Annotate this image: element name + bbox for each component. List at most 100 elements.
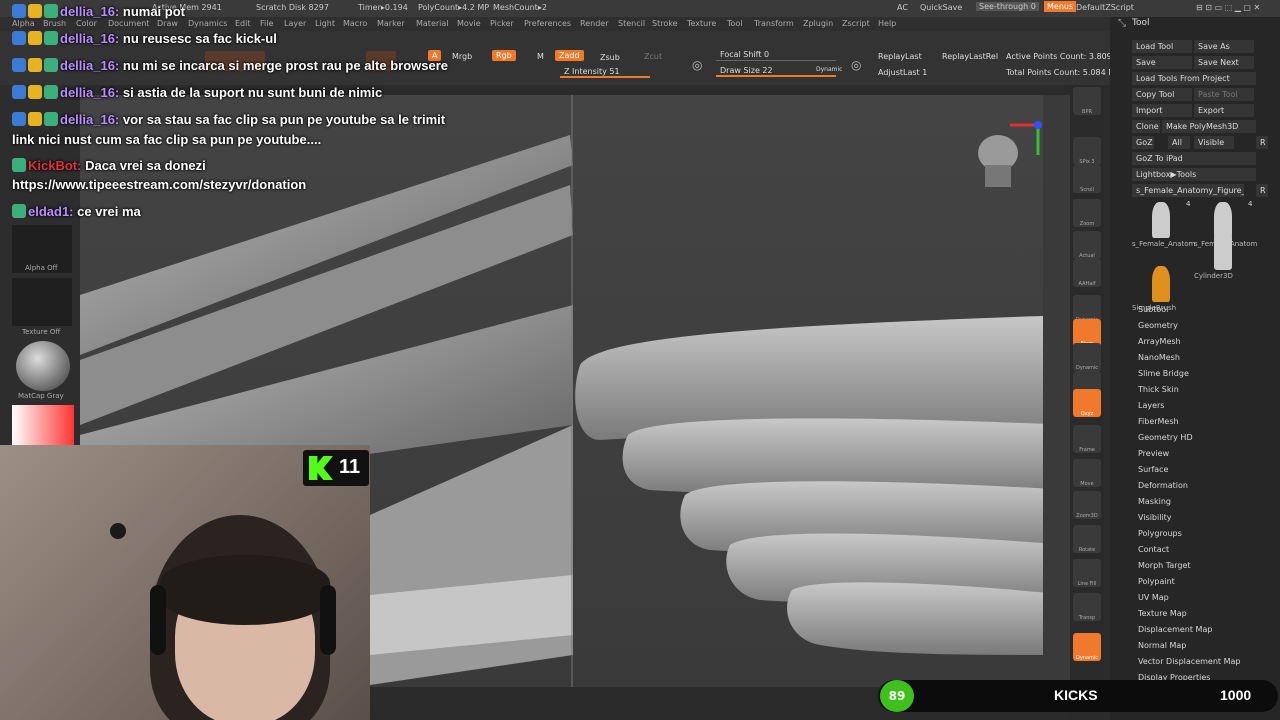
tool-subpalette-visibility[interactable]: Visibility	[1138, 513, 1172, 522]
texture-slot[interactable]	[12, 278, 72, 326]
total-points-count: Total Points Count: 5.084 M	[1006, 68, 1116, 77]
z-intensity-slider[interactable]: Z Intensity 51	[560, 66, 650, 78]
tool-thumb-label: Cylinder3D	[1194, 272, 1233, 280]
tool-btn-save-as[interactable]: Save As	[1194, 40, 1254, 53]
zcut-button[interactable]: Zcut	[640, 51, 666, 62]
tool-subpalette-normal-map[interactable]: Normal Map	[1138, 641, 1186, 650]
tool-btn-save-next[interactable]: Save Next	[1194, 56, 1254, 69]
tool-btn-visible[interactable]: Visible	[1194, 136, 1234, 149]
tool-subpalette-polygroups[interactable]: Polygroups	[1138, 529, 1182, 538]
shelf-button-move[interactable]: Move	[1073, 459, 1101, 487]
tool-subpalette-preview[interactable]: Preview	[1138, 449, 1169, 458]
tool-btn-all[interactable]: All	[1168, 136, 1190, 149]
menu-stroke[interactable]: Stroke	[652, 19, 678, 28]
shelf-button-transp[interactable]: Transp	[1073, 593, 1101, 621]
chat-badge-icon	[44, 85, 58, 99]
tool-btn-load-tools-from-project[interactable]: Load Tools From Project	[1132, 72, 1256, 85]
draw-icon: ◎	[851, 58, 862, 72]
shelf-button-dynamic-solo[interactable]: Dynamic Solo	[1073, 633, 1101, 661]
shelf-button-line-fill-polyf[interactable]: Line Fill PolyF	[1073, 559, 1101, 587]
replay-last-button[interactable]: ReplayLast	[874, 51, 926, 62]
tool-subpalette-displacement-map[interactable]: Displacement Map	[1138, 625, 1212, 634]
chat-text: https://www.tipeeestream.com/stezyvr/don…	[12, 177, 307, 192]
tool-btn-goz[interactable]: GoZ	[1132, 136, 1154, 149]
tool-subpalette-geometry[interactable]: Geometry	[1138, 321, 1178, 330]
chat-username: dellia_16:	[60, 112, 120, 127]
tool-subpalette-masking[interactable]: Masking	[1138, 497, 1171, 506]
chat-badge-icon	[44, 112, 58, 126]
menu-tool[interactable]: Tool	[727, 19, 743, 28]
tool-thumb[interactable]: Cylinder3D	[1194, 232, 1254, 292]
chat-text: numai pot	[122, 4, 185, 19]
replay-last-rel-button[interactable]: ReplayLastRel	[938, 51, 1002, 62]
tool-subpalette-contact[interactable]: Contact	[1138, 545, 1169, 554]
tool-subpalette-nanomesh[interactable]: NanoMesh	[1138, 353, 1180, 362]
chat-username: eldad1:	[28, 204, 74, 219]
menu-texture[interactable]: Texture	[687, 19, 716, 28]
tool-subpalette-geometry-hd[interactable]: Geometry HD	[1138, 433, 1193, 442]
tool-subpalette-vector-displacement-map[interactable]: Vector Displacement Map	[1138, 657, 1240, 666]
tool-btn-r[interactable]: R	[1256, 136, 1268, 149]
tool-thumb[interactable]: SimpleBrush	[1132, 264, 1192, 324]
window-controls[interactable]: ⊟ ⊡ ▭ ⬚ ▁ ▢ ✕	[1196, 3, 1260, 12]
tool-subpalette-deformation[interactable]: Deformation	[1138, 481, 1188, 490]
menu-render[interactable]: Render	[580, 19, 608, 28]
tool-btn-s-female-anatomy-figure-[interactable]: s_Female_Anatomy_Figure_	[1132, 184, 1244, 197]
menu-zscript[interactable]: Zscript	[842, 19, 870, 28]
tool-btn-save[interactable]: Save	[1132, 56, 1192, 69]
tool-btn-goz-to-ipad[interactable]: GoZ To iPad	[1132, 152, 1256, 165]
tool-btn-r[interactable]: R	[1256, 184, 1268, 197]
shelf-button-dynamic-l-sym[interactable]: Dynamic L.Sym	[1073, 343, 1101, 371]
tool-btn-clone[interactable]: Clone	[1132, 120, 1160, 133]
head-preview-icon	[978, 135, 1018, 187]
chat-text: nu reusesc sa fac kick-ul	[122, 31, 277, 46]
tool-subpalette-texture-map[interactable]: Texture Map	[1138, 609, 1187, 618]
tool-subpalette-slime-bridge[interactable]: Slime Bridge	[1138, 369, 1189, 378]
tool-btn-load-tool[interactable]: Load Tool	[1132, 40, 1192, 53]
tool-subpalette-uv-map[interactable]: UV Map	[1138, 593, 1169, 602]
tool-subpalette-subtool[interactable]: Subtool	[1138, 305, 1168, 314]
quicksave-button[interactable]: QuickSave	[920, 3, 962, 12]
chat-badge-icon	[28, 58, 42, 72]
menus-button[interactable]: Menus	[1044, 1, 1077, 12]
matcap-sphere-icon[interactable]	[16, 341, 70, 391]
dynamic-button[interactable]: Dynamic	[812, 65, 846, 74]
shelf-button-qxyz[interactable]: Qxyz	[1073, 389, 1101, 417]
chat-username: dellia_16:	[60, 85, 120, 100]
shelf-button-zoom3d[interactable]: Zoom3D	[1073, 491, 1101, 519]
tool-thumb[interactable]: s_Female_Anatom 4	[1132, 200, 1195, 260]
menu-help[interactable]: Help	[878, 19, 896, 28]
chat-badge-icon	[28, 4, 42, 18]
tool-subpalette-fibermesh[interactable]: FiberMesh	[1138, 417, 1179, 426]
tool-btn-copy-tool[interactable]: Copy Tool	[1132, 88, 1192, 101]
tool-subpalette-layers[interactable]: Layers	[1138, 401, 1164, 410]
shelf-button-zoom[interactable]: Zoom	[1073, 199, 1101, 227]
tool-subpalette-surface[interactable]: Surface	[1138, 465, 1168, 474]
tool-btn-make-polymesh3d[interactable]: Make PolyMesh3D	[1162, 120, 1256, 133]
shelf-button-frame[interactable]: Frame	[1073, 425, 1101, 453]
shelf-button-spix-3[interactable]: SPix 3	[1073, 137, 1101, 165]
shelf-button-actual[interactable]: Actual	[1073, 231, 1101, 259]
menu-zplugin[interactable]: Zplugin	[803, 19, 833, 28]
default-zscript-button[interactable]: DefaultZScript	[1076, 3, 1134, 12]
focal-shift-slider[interactable]: Focal Shift 0	[716, 49, 836, 61]
stream-chat: dellia_16: numai pot dellia_16: nu reuses…	[0, 0, 570, 225]
tool-subpalette-morph-target[interactable]: Morph Target	[1138, 561, 1191, 570]
color-picker[interactable]	[12, 405, 74, 445]
shelf-button-scroll[interactable]: Scroll	[1073, 165, 1101, 193]
see-through-slider[interactable]: See-through 0	[976, 2, 1039, 11]
tool-subpalette-arraymesh[interactable]: ArrayMesh	[1138, 337, 1181, 346]
shelf-button-bpr[interactable]: BPR	[1073, 87, 1101, 115]
menu-transform[interactable]: Transform	[754, 19, 794, 28]
menu-stencil[interactable]: Stencil	[618, 19, 645, 28]
tool-btn-lightbox-tools[interactable]: Lightbox▶Tools	[1132, 168, 1256, 181]
tool-btn-export[interactable]: Export	[1194, 104, 1254, 117]
tool-subpalette-polypaint[interactable]: Polypaint	[1138, 577, 1175, 586]
adjust-last-slider[interactable]: AdjustLast 1	[874, 67, 931, 78]
zsub-button[interactable]: Zsub	[596, 52, 624, 63]
tool-btn-import[interactable]: Import	[1132, 104, 1192, 117]
tool-subpalette-thick-skin[interactable]: Thick Skin	[1138, 385, 1179, 394]
shelf-button-rotate[interactable]: Rotate	[1073, 525, 1101, 553]
shelf-button-aahalf[interactable]: AAHalf	[1073, 259, 1101, 287]
tool-btn-paste-tool[interactable]: Paste Tool	[1194, 88, 1254, 101]
